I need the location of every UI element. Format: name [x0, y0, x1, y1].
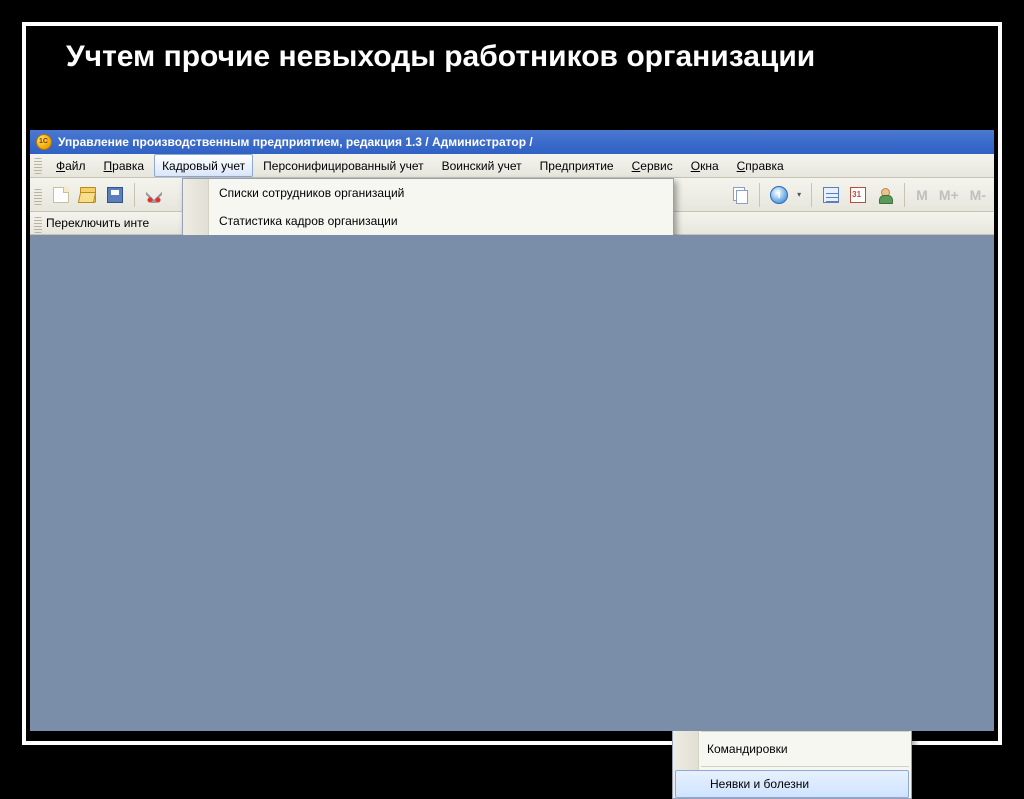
toolbar-separator — [904, 183, 905, 207]
toolbar-grip-icon — [34, 189, 42, 205]
info-icon: i — [770, 186, 788, 204]
new-file-icon — [53, 187, 69, 203]
calculator-button[interactable] — [819, 183, 843, 207]
menu-item[interactable]: Списки сотрудников организаций — [183, 179, 673, 207]
save-button[interactable] — [103, 183, 127, 207]
menu-help[interactable]: Справка — [729, 154, 792, 177]
dropdown-chevron-icon[interactable]: ▾ — [794, 190, 804, 199]
switch-interface-label[interactable]: Переключить инте — [46, 216, 149, 230]
menu-item[interactable]: Статистика кадров организации — [183, 207, 673, 235]
app-icon — [36, 134, 52, 150]
app-window: Управление производственным предприятием… — [30, 130, 994, 731]
calculator-icon — [823, 187, 839, 203]
new-document-button[interactable] — [49, 183, 73, 207]
workspace-area — [30, 235, 994, 731]
info-button[interactable]: i — [767, 183, 791, 207]
menu-service[interactable]: Сервис — [624, 154, 681, 177]
toolbar-separator — [134, 183, 135, 207]
copy-icon — [732, 187, 748, 203]
submenu-item[interactable]: Командировки — [673, 735, 911, 763]
menu-windows[interactable]: Окна — [683, 154, 727, 177]
cut-button[interactable] — [142, 183, 166, 207]
user-icon — [877, 187, 893, 203]
menu-hr[interactable]: Кадровый учет — [154, 154, 253, 177]
calendar-button[interactable] — [846, 183, 870, 207]
toolbar-separator — [811, 183, 812, 207]
menu-separator — [701, 731, 909, 732]
memory-mminus-button[interactable]: M- — [966, 187, 990, 203]
slide-frame: Учтем прочие невыходы работников организ… — [22, 22, 1002, 745]
menu-file[interactable]: Файл — [48, 154, 94, 177]
menu-edit[interactable]: Правка — [96, 154, 153, 177]
menu-bar: Файл Правка Кадровый учет Персонифициров… — [30, 154, 994, 178]
submenu-item[interactable]: Неявки и болезни — [675, 770, 909, 798]
user-button[interactable] — [873, 183, 897, 207]
open-button[interactable] — [76, 183, 100, 207]
floppy-save-icon — [107, 187, 123, 203]
calendar-icon — [850, 187, 866, 203]
menu-military[interactable]: Воинский учет — [434, 154, 530, 177]
scissors-icon — [146, 187, 162, 203]
menu-personified[interactable]: Персонифицированный учет — [255, 154, 431, 177]
toolbar-separator — [759, 183, 760, 207]
folder-open-icon — [80, 187, 96, 203]
memory-m-button[interactable]: M — [912, 187, 932, 203]
slide-title: Учтем прочие невыходы работников организ… — [26, 26, 998, 87]
memory-mplus-button[interactable]: M+ — [935, 187, 963, 203]
app-titlebar: Управление производственным предприятием… — [30, 130, 994, 154]
window-title: Управление производственным предприятием… — [58, 135, 533, 149]
menu-enterprise[interactable]: Предприятие — [532, 154, 622, 177]
toolbar-grip-icon — [34, 217, 42, 233]
toolbar-grip-icon — [34, 158, 42, 174]
copy-button[interactable] — [728, 183, 752, 207]
